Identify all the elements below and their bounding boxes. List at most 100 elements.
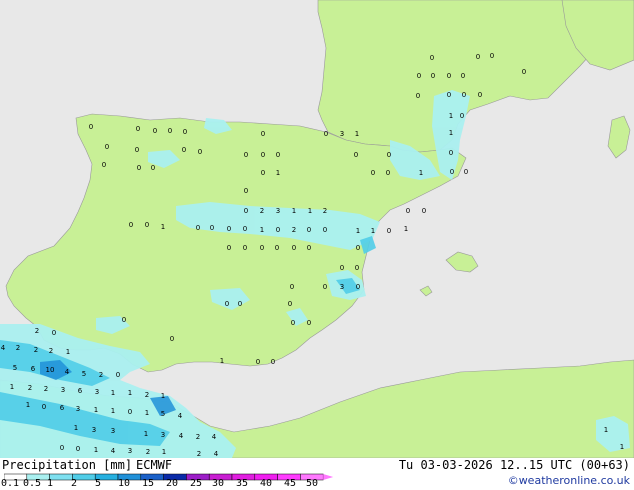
precip-value: 0 (261, 169, 265, 177)
precip-value: 0 (256, 358, 260, 366)
legend-title: Precipitation [mm] (2, 458, 133, 472)
precip-value: 0 (261, 151, 265, 159)
precip-value: 0 (227, 225, 231, 233)
precip-value: 0 (447, 72, 451, 80)
precip-value: 0 (416, 92, 420, 100)
precip-value: 3 (340, 283, 344, 291)
precip-value: 0 (354, 151, 358, 159)
colorbar-tick-label: 35 (235, 478, 249, 489)
precip-value: 0 (307, 244, 311, 252)
precip-value: 0 (430, 54, 434, 62)
precip-value: 5 (82, 370, 86, 378)
precip-value: 0 (182, 146, 186, 154)
precip-value: 3 (95, 388, 99, 396)
colorbar-tick-label: 15 (141, 478, 155, 489)
precip-value: 0 (307, 319, 311, 327)
precip-value: 2 (35, 327, 39, 335)
precip-value: 0 (122, 316, 126, 324)
precip-value: 1 (355, 130, 359, 138)
forecast-map: 0000000000001000000003110000000000000010… (0, 0, 634, 458)
colorbar-tick-label: 5 (94, 478, 102, 489)
precip-value: 1 (145, 409, 149, 417)
precip-value: 2 (292, 226, 296, 234)
precip-value: 6 (78, 387, 83, 395)
colorbar-tick-label: 2 (70, 478, 78, 489)
precip-value: 0 (340, 264, 344, 272)
precip-value: 1 (161, 223, 165, 231)
precip-value: 1 (111, 407, 115, 415)
precip-value: 3 (92, 426, 96, 434)
precip-value: 0 (431, 72, 435, 80)
precip-value: 4 (178, 412, 183, 420)
precip-value: 1 (620, 443, 624, 451)
colorbar-tick-label: 10 (117, 478, 131, 489)
precip-value: 2 (323, 207, 327, 215)
precip-value: 1 (292, 207, 296, 215)
precip-value: 0 (196, 224, 200, 232)
precip-value: 1 (356, 227, 360, 235)
precip-value: 0 (276, 226, 280, 234)
precip-value: 1 (111, 389, 115, 397)
precip-value: 1 (94, 406, 98, 414)
colorbar-tick-label: 30 (211, 478, 225, 489)
precip-value: 4 (1, 344, 6, 352)
precip-value: 0 (275, 244, 279, 252)
precip-value: 1 (10, 383, 14, 391)
precip-value: 0 (136, 125, 140, 133)
precip-value: 0 (89, 123, 93, 131)
precip-value: 1 (276, 169, 280, 177)
precip-value: 0 (153, 127, 157, 135)
precip-value: 0 (307, 226, 311, 234)
precip-value: 0 (490, 52, 494, 60)
precip-value: 1 (449, 129, 453, 137)
precip-value: 3 (61, 386, 65, 394)
precip-value: 1 (449, 112, 453, 120)
precip-value: 0 (461, 72, 465, 80)
precip-value: 0 (464, 168, 468, 176)
precip-value: 0 (198, 148, 202, 156)
precip-value: 0 (422, 207, 426, 215)
precip-value: 0 (356, 283, 360, 291)
precip-value: 3 (276, 207, 280, 215)
precip-value: 0 (462, 91, 466, 99)
precip-value: 1 (66, 348, 70, 356)
precip-value: 0 (476, 53, 480, 61)
precip-value: 3 (111, 427, 115, 435)
precip-value: 0 (323, 226, 327, 234)
precip-value: 3 (128, 447, 132, 455)
precip-value: 0 (210, 224, 214, 232)
precip-value: 0 (168, 127, 172, 135)
precip-value: 2 (49, 347, 53, 355)
precip-value: 0 (225, 300, 229, 308)
precip-value: 1 (371, 227, 375, 235)
precip-value: 10 (46, 366, 55, 374)
colorbar-tick-label: 45 (283, 478, 297, 489)
precip-value: 0 (324, 130, 328, 138)
precip-value: 0 (145, 221, 149, 229)
precip-value: 0 (244, 207, 248, 215)
precip-value: 6 (31, 365, 36, 373)
map-svg: 0 000 0 0 0 00 0 0 01 00 0 0 0 0 0 0 3 1 10 0 0 0 0 0 0 0 0 00 0 00 1 0… (0, 0, 634, 458)
precip-value: 0 (227, 244, 231, 252)
precip-value: 0 (406, 207, 410, 215)
credit-link[interactable]: ©weatheronline.co.uk (508, 474, 630, 487)
precip-value: 0 (76, 445, 80, 453)
precip-value: 0 (478, 91, 482, 99)
precip-value: 0 (183, 128, 187, 136)
precip-value: 3 (340, 130, 344, 138)
precip-value: 0 (288, 300, 292, 308)
precip-value: 0 (356, 244, 360, 252)
precip-value: 0 (60, 444, 64, 452)
precip-value: 1 (26, 401, 30, 409)
colorbar-tick-label: 20 (165, 478, 179, 489)
precip-value: 0 (261, 130, 265, 138)
precip-value: 0 (244, 187, 248, 195)
precip-value: 4 (214, 450, 219, 458)
precip-value: 2 (197, 450, 201, 458)
model-label: ECMWF (136, 458, 173, 472)
precip-value: 1 (260, 226, 264, 234)
precip-value: 0 (291, 319, 295, 327)
precip-value: 0 (129, 221, 133, 229)
precip-value: 1 (94, 446, 98, 454)
precip-value: 1 (404, 225, 408, 233)
